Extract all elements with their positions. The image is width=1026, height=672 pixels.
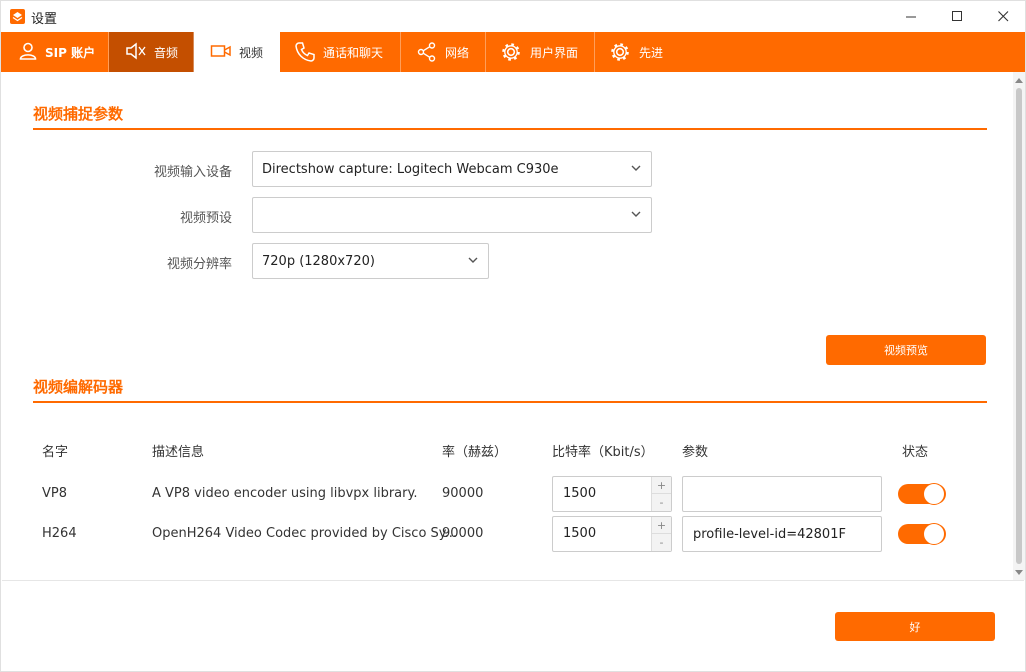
video-resolution-value: 720p (1280x720) [262, 253, 375, 269]
bitrate-value: 1500 [563, 486, 597, 501]
column-header-rate: 率（赫兹） [442, 445, 508, 460]
capture-section-title: 视频捕捉参数 [33, 105, 124, 123]
section-divider [33, 401, 987, 403]
tab-sip-account[interactable]: SIP 账户 [1, 32, 109, 72]
codec-name: VP8 [42, 486, 68, 501]
minimize-icon [905, 16, 916, 18]
user-icon [19, 42, 37, 60]
video-camera-icon [210, 45, 231, 57]
chevron-down-icon [468, 257, 478, 263]
codec-name: H264 [42, 526, 77, 541]
column-header-params: 参数 [682, 445, 709, 460]
column-header-status: 状态 [902, 445, 929, 460]
column-header-bitrate: 比特率（Kbit/s） [552, 445, 654, 460]
minimize-button[interactable] [888, 1, 934, 32]
codec-rate: 90000 [442, 526, 484, 541]
video-device-select[interactable]: Directshow capture: Logitech Webcam C930… [252, 151, 652, 187]
codec-enabled-toggle[interactable] [898, 523, 946, 545]
speaker-icon [126, 42, 146, 60]
toggle-knob [923, 483, 945, 505]
gear-icon [611, 43, 629, 61]
tab-label: 先进 [639, 46, 664, 60]
codec-rate: 90000 [442, 486, 484, 501]
scroll-up-icon[interactable] [1013, 74, 1025, 86]
footer-divider [2, 580, 1024, 581]
tab-network[interactable]: 网络 [401, 32, 486, 72]
vertical-scrollbar[interactable] [1013, 72, 1025, 580]
increment-button[interactable]: + [652, 517, 671, 534]
maximize-button[interactable] [934, 1, 980, 32]
tab-label: 通话和聊天 [323, 46, 384, 60]
device-label: 视频输入设备 [153, 165, 232, 180]
codec-description: A VP8 video encoder using libvpx library… [152, 486, 418, 501]
gear-icon [502, 43, 520, 61]
decrement-button[interactable]: - [652, 534, 671, 551]
resolution-label: 视频分辨率 [166, 257, 232, 272]
tab-calls-chat[interactable]: 通话和聊天 [280, 32, 401, 72]
tab-audio[interactable]: 音频 [109, 32, 194, 72]
codec-params-input[interactable]: profile-level-id=42801F [682, 516, 882, 552]
scroll-thumb[interactable] [1016, 88, 1022, 564]
title-bar: 设置 [1, 1, 1025, 32]
tab-video[interactable]: 视频 [194, 32, 280, 72]
codec-section-title: 视频编解码器 [33, 378, 124, 396]
preset-label: 视频预设 [179, 211, 232, 226]
scroll-down-icon[interactable] [1013, 566, 1025, 578]
video-preset-select[interactable] [252, 197, 652, 233]
tab-label: 网络 [445, 46, 470, 60]
phone-icon [295, 42, 315, 62]
tab-label: 音频 [154, 46, 179, 60]
window-title: 设置 [31, 12, 58, 27]
tab-label: SIP 账户 [45, 46, 96, 60]
codec-description: OpenH264 Video Codec provided by Cisco S… [152, 526, 458, 541]
section-divider [33, 128, 987, 130]
codec-params-input[interactable] [682, 476, 882, 512]
settings-content: 视频捕捉参数 视频输入设备 Directshow capture: Logite… [2, 72, 1010, 580]
tab-advanced[interactable]: 先进 [595, 32, 679, 72]
close-button[interactable] [980, 1, 1025, 32]
share-icon [417, 42, 436, 62]
tab-user-interface[interactable]: 用户界面 [486, 32, 595, 72]
maximize-icon [951, 11, 962, 21]
video-resolution-select[interactable]: 720p (1280x720) [252, 243, 489, 279]
video-device-value: Directshow capture: Logitech Webcam C930… [262, 161, 559, 177]
video-preview-button[interactable]: 视频预览 [826, 335, 986, 365]
stepper-buttons: + - [651, 517, 671, 551]
settings-tab-bar: SIP 账户 音频 视频 通话和聊天 网络 用户界面 先进 [1, 32, 1025, 72]
app-logo-icon [10, 9, 25, 24]
bitrate-stepper[interactable]: 1500 + - [552, 476, 672, 512]
bitrate-value: 1500 [563, 526, 597, 541]
tab-label: 视频 [239, 46, 264, 60]
bitrate-stepper[interactable]: 1500 + - [552, 516, 672, 552]
ok-button[interactable]: 好 [835, 612, 995, 641]
column-header-description: 描述信息 [152, 445, 205, 460]
close-icon [997, 11, 1008, 22]
stepper-buttons: + - [651, 477, 671, 511]
column-header-name: 名字 [42, 445, 69, 460]
codec-enabled-toggle[interactable] [898, 483, 946, 505]
settings-window: 设置 SIP 账户 音频 视频 通话和聊天 网络 用户界面 先进 视频捕捉参数 … [0, 0, 1026, 672]
decrement-button[interactable]: - [652, 494, 671, 511]
toggle-knob [923, 523, 945, 545]
tab-label: 用户界面 [530, 46, 579, 60]
increment-button[interactable]: + [652, 477, 671, 494]
chevron-down-icon [631, 165, 641, 171]
chevron-down-icon [631, 211, 641, 217]
